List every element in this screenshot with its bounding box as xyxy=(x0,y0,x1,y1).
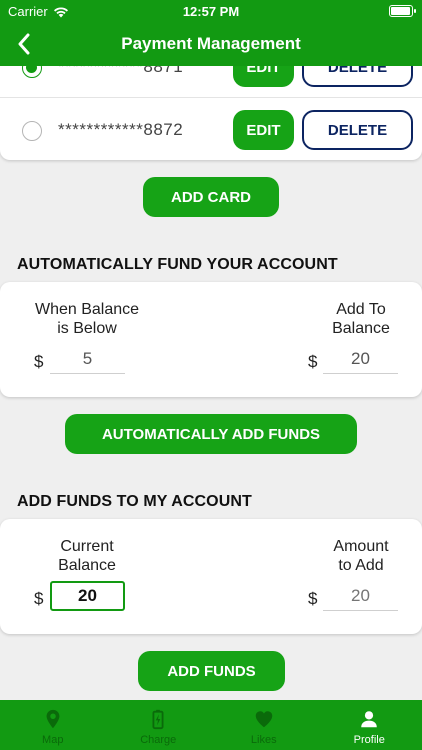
currency-symbol: $ xyxy=(308,589,318,608)
map-pin-icon xyxy=(46,709,60,729)
threshold-label: When Balance is Below xyxy=(18,300,156,338)
current-balance-label-line2: Balance xyxy=(58,557,116,574)
tab-label: Charge xyxy=(140,734,177,746)
auto-fund-heading: AUTOMATICALLY FUND YOUR ACCOUNT xyxy=(17,256,338,273)
auto-add-amount-input[interactable] xyxy=(323,344,398,374)
threshold-label-line2: is Below xyxy=(57,320,117,337)
add-to-balance-label-line2: Balance xyxy=(332,320,390,337)
add-card-button[interactable]: ADD CARD xyxy=(143,177,279,217)
card-number: ************8872 xyxy=(58,120,184,139)
current-balance-field[interactable] xyxy=(50,581,125,611)
card-number: ************8871 xyxy=(58,66,184,76)
status-bar: Carrier 12:57 PM xyxy=(0,0,422,22)
scroll-content[interactable]: ************8871 EDIT DELETE ***********… xyxy=(0,66,422,700)
delete-card-button[interactable]: DELETE xyxy=(302,66,413,87)
amount-to-add-input[interactable] xyxy=(323,581,398,611)
page-title: Payment Management xyxy=(121,34,301,53)
card-row[interactable]: ************8871 EDIT DELETE xyxy=(0,66,422,98)
currency-symbol: $ xyxy=(308,352,318,371)
card-radio[interactable] xyxy=(22,121,42,141)
add-funds-heading: ADD FUNDS TO MY ACCOUNT xyxy=(17,493,252,510)
tab-label: Profile xyxy=(353,734,385,746)
battery-icon xyxy=(389,5,416,17)
tab-map[interactable]: Map xyxy=(0,700,106,750)
threshold-input[interactable] xyxy=(50,344,125,374)
auto-fund-card: When Balance is Below Add To Balance $ $ xyxy=(0,282,422,397)
add-to-balance-label: Add To Balance xyxy=(300,300,422,338)
card-radio-selected[interactable] xyxy=(22,66,42,78)
tab-likes[interactable]: Likes xyxy=(211,700,317,750)
person-icon xyxy=(361,711,378,728)
battery-charge-icon xyxy=(152,709,164,730)
edit-card-button[interactable]: EDIT xyxy=(233,110,294,150)
amount-to-add-label-line1: Amount xyxy=(333,538,389,555)
saved-cards-list: ************8871 EDIT DELETE ***********… xyxy=(0,66,422,160)
status-time: 12:57 PM xyxy=(182,4,240,19)
current-balance-label-line1: Current xyxy=(60,538,114,555)
tab-label: Likes xyxy=(250,734,277,746)
heart-icon xyxy=(255,711,272,728)
tab-bar: Map Charge Likes Profile xyxy=(0,700,422,750)
auto-add-funds-button[interactable]: AUTOMATICALLY ADD FUNDS xyxy=(65,414,357,454)
add-to-balance-label-line1: Add To xyxy=(336,301,386,318)
delete-card-button[interactable]: DELETE xyxy=(302,110,413,150)
edit-card-button[interactable]: EDIT xyxy=(233,66,294,87)
tab-charge[interactable]: Charge xyxy=(106,700,212,750)
tab-profile[interactable]: Profile xyxy=(317,700,422,750)
threshold-label-line1: When Balance xyxy=(34,301,140,318)
card-row[interactable]: ************8872 EDIT DELETE xyxy=(0,99,422,161)
current-balance-label: Current Balance xyxy=(18,537,156,575)
currency-symbol: $ xyxy=(34,352,44,371)
navigation-bar: Payment Management xyxy=(0,22,422,66)
amount-to-add-label: Amount to Add xyxy=(300,537,422,575)
add-funds-card: Current Balance Amount to Add $ $ xyxy=(0,519,422,634)
currency-symbol: $ xyxy=(34,589,44,608)
amount-to-add-label-line2: to Add xyxy=(338,557,384,574)
tab-label: Map xyxy=(42,734,64,746)
add-funds-button[interactable]: ADD FUNDS xyxy=(138,651,285,691)
